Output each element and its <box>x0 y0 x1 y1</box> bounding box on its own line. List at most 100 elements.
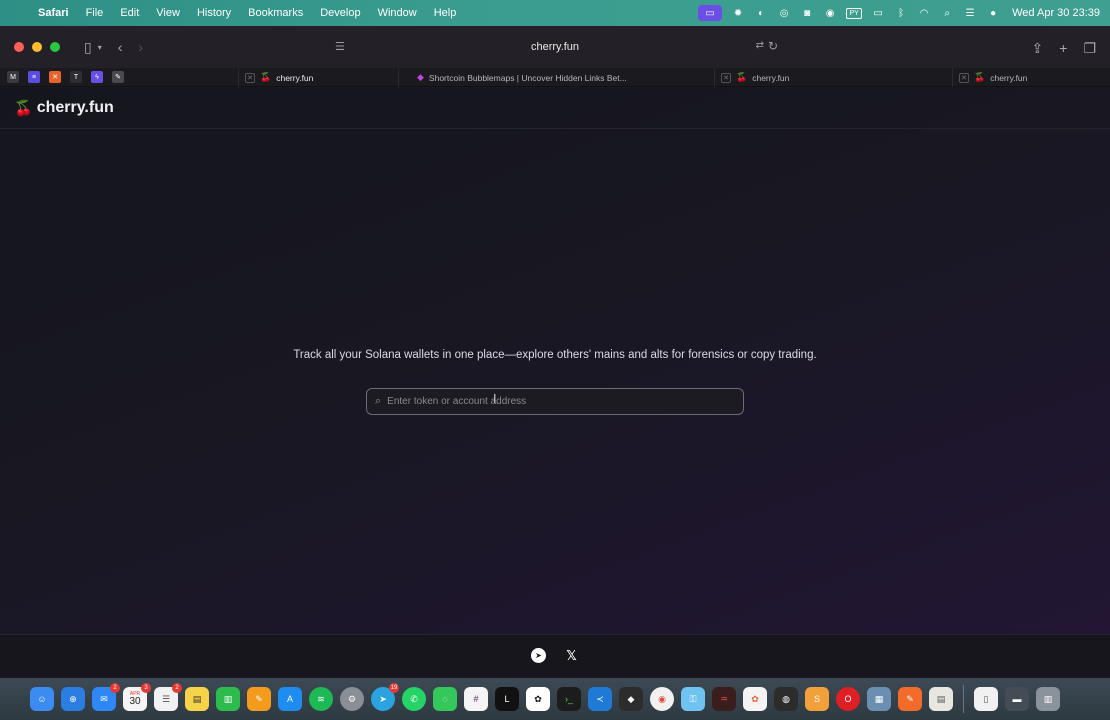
battery-icon[interactable]: ▭ <box>871 7 885 19</box>
globe-icon[interactable]: ◎ <box>777 7 791 19</box>
screenshot-icon[interactable]: ◙ <box>800 7 814 19</box>
sidebar-toggle-icon[interactable]: ▯ <box>84 37 92 57</box>
chevron-down-icon[interactable]: ▾ <box>98 37 102 57</box>
reload-icon[interactable]: ↻ <box>768 39 778 53</box>
menu-help[interactable]: Help <box>434 7 457 19</box>
numbers-icon[interactable]: ▥ <box>216 687 240 711</box>
tab-title: Shortcoin Bubblemaps | Uncover Hidden Li… <box>428 72 627 83</box>
close-window-button[interactable] <box>14 42 24 52</box>
slack-icon[interactable]: # <box>464 687 488 711</box>
site-header: 🍒 cherry.fun <box>0 88 1110 129</box>
menu-clock[interactable]: Wed Apr 30 23:39 <box>1012 7 1100 19</box>
terminal-icon[interactable]: ›_ <box>557 687 581 711</box>
x-twitter-icon[interactable]: 𝕏 <box>564 648 579 663</box>
opera-icon[interactable]: O <box>836 687 860 711</box>
spotify-icon[interactable]: ≋ <box>309 687 333 711</box>
address-bar[interactable]: ☰ cherry.fun ⇄ ↻ <box>330 36 780 58</box>
forward-button[interactable]: › <box>138 37 143 57</box>
share-icon[interactable]: ⇪ <box>1032 38 1044 58</box>
chrome-icon[interactable]: ◉ <box>650 687 674 711</box>
menu-file[interactable]: File <box>86 7 104 19</box>
tab-title: cherry.fun <box>990 72 1028 83</box>
document-icon[interactable]: ▯ <box>974 687 998 711</box>
menu-bookmarks[interactable]: Bookmarks <box>248 7 303 19</box>
menu-app-safari[interactable]: Safari <box>38 7 69 19</box>
photos-icon[interactable]: ✿ <box>743 687 767 711</box>
downloads-stack-icon[interactable]: ▬ <box>1005 687 1029 711</box>
pinned-tab-icon[interactable]: ϟ <box>91 71 103 83</box>
vscode-icon[interactable]: ≺ <box>588 687 612 711</box>
menu-view[interactable]: View <box>156 7 180 19</box>
finder-icon[interactable]: ☺ <box>30 687 54 711</box>
tab-cherry-fun[interactable]: ✕ 🍒 cherry.fun <box>714 68 872 87</box>
hero-tagline: Track all your Solana wallets in one pla… <box>293 349 817 361</box>
browser-toolbar: ▯ ▾ ‹ › ☰ cherry.fun ⇄ ↻ ⇪ + ❐ <box>0 26 1110 68</box>
system-settings-icon[interactable]: ⚙ <box>340 687 364 711</box>
bluetooth-icon[interactable]: ᛒ <box>894 7 908 19</box>
input-source-icon[interactable]: PY <box>846 7 863 19</box>
whatsapp-icon[interactable]: ✆ <box>402 687 426 711</box>
activity-monitor-icon[interactable]: ♒ <box>712 687 736 711</box>
tab-title: cherry.fun <box>752 72 790 83</box>
pinned-tab-icon[interactable]: T <box>70 71 82 83</box>
unity-icon[interactable]: ◆ <box>619 687 643 711</box>
menu-edit[interactable]: Edit <box>120 7 139 19</box>
pinned-tab-icon[interactable]: M <box>7 71 19 83</box>
tab-cherry-fun-active[interactable]: ✕ 🍒 cherry.fun <box>238 68 398 87</box>
calendar-icon[interactable]: APR 30 3 <box>123 683 151 711</box>
close-tab-icon[interactable]: ✕ <box>721 72 731 83</box>
web-page: 🍒 cherry.fun Track all your Solana walle… <box>0 88 1110 634</box>
menu-develop[interactable]: Develop <box>320 7 360 19</box>
safari-icon[interactable]: ⊕ <box>61 687 85 711</box>
tab-overview-icon[interactable]: ❐ <box>1083 38 1096 58</box>
back-button[interactable]: ‹ <box>118 37 123 57</box>
preview-icon[interactable]: ▦ <box>867 687 891 711</box>
cherry-logo-icon[interactable]: 🍒 <box>14 99 33 117</box>
mail-icon[interactable]: ✉ 2 <box>92 683 120 711</box>
page-menu-icon[interactable]: ☰ <box>335 40 345 53</box>
terminal-app-icon[interactable]: L <box>495 687 519 711</box>
search-input[interactable] <box>387 396 718 407</box>
chat-icon[interactable]: ◉ <box>823 7 837 19</box>
sublime-text-icon[interactable]: S <box>805 687 829 711</box>
minimize-window-button[interactable] <box>32 42 42 52</box>
site-brand[interactable]: cherry.fun <box>37 99 114 117</box>
screen-share-icon[interactable]: ▭ <box>698 5 723 21</box>
tab-cherry-fun[interactable]: ✕ 🍒 cherry.fun <box>952 68 1110 87</box>
pages-icon[interactable]: ✎ <box>247 687 271 711</box>
siri-icon[interactable]: ● <box>986 7 1000 19</box>
control-center-icon[interactable]: ☰ <box>963 7 977 19</box>
archive-utility-icon[interactable]: ▤ <box>929 687 953 711</box>
tab-title: cherry.fun <box>276 72 314 83</box>
cherry-favicon-icon: 🍒 <box>260 72 272 82</box>
menu-history[interactable]: History <box>197 7 231 19</box>
chatgpt-icon[interactable]: ✿ <box>526 687 550 711</box>
wifi-icon[interactable]: ◠ <box>917 7 931 19</box>
pinned-tab-icon[interactable]: ≡ <box>28 71 40 83</box>
menu-window[interactable]: Window <box>378 7 417 19</box>
messages-icon[interactable]: ◌ <box>433 687 457 711</box>
keychain-icon[interactable]: ⚿ <box>681 687 705 711</box>
text-cursor-icon: I <box>493 392 497 406</box>
camera-app-icon[interactable]: ◍ <box>774 687 798 711</box>
close-tab-icon[interactable]: ✕ <box>245 72 255 83</box>
spotlight-search-icon[interactable]: ⌕ <box>940 7 954 19</box>
close-tab-icon[interactable]: ✕ <box>959 72 969 83</box>
sketch-icon[interactable]: ✎ <box>898 687 922 711</box>
pinned-tab-icon[interactable]: ✕ <box>49 71 61 83</box>
brightness-icon[interactable]: ✹ <box>731 7 745 19</box>
new-tab-icon[interactable]: + <box>1059 38 1067 58</box>
trash-icon[interactable]: ▥ <box>1036 687 1060 711</box>
app-store-icon[interactable]: A <box>278 687 302 711</box>
reminders-icon[interactable]: ☰ 2 <box>154 683 182 711</box>
tab-bubblemaps[interactable]: ◆ Shortcoin Bubblemaps | Uncover Hidden … <box>398 68 634 87</box>
address-url[interactable]: cherry.fun <box>531 41 579 53</box>
contrast-icon[interactable]: ◐ <box>754 7 768 19</box>
notes-icon[interactable]: ▤ <box>185 687 209 711</box>
address-search-box[interactable]: ⌕ <box>366 388 744 415</box>
pinned-tab-icon[interactable]: ✎ <box>112 71 124 83</box>
translate-icon[interactable]: ⇄ <box>756 40 764 51</box>
telegram-app-icon[interactable]: ➤ 19 <box>371 683 399 711</box>
zoom-window-button[interactable] <box>50 42 60 52</box>
telegram-icon[interactable]: ➤ <box>531 648 546 663</box>
